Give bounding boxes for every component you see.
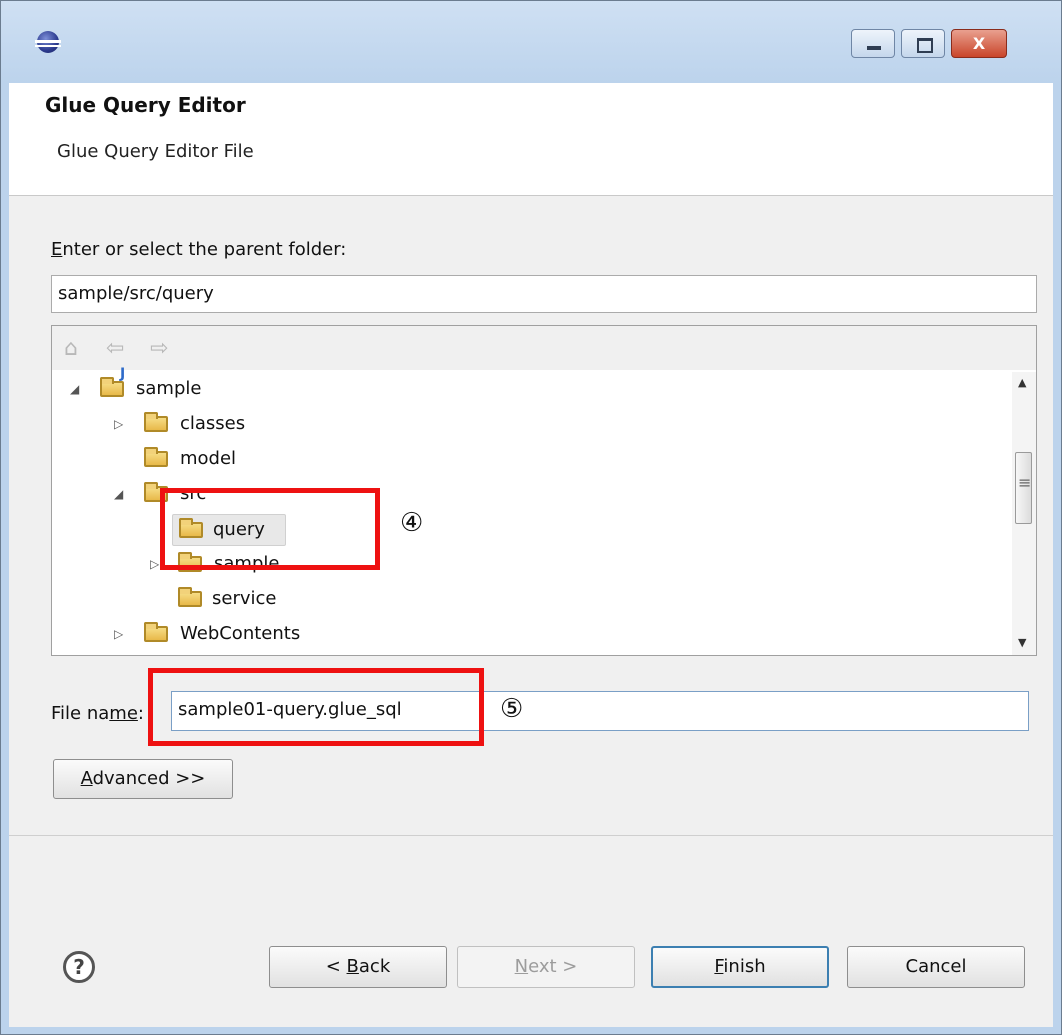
collapsed-triangle-icon[interactable]: ▷: [114, 619, 123, 649]
eclipse-icon: [35, 31, 61, 53]
project-folder-icon: [100, 377, 124, 397]
next-button[interactable]: Next >: [457, 946, 635, 988]
close-button[interactable]: X: [951, 29, 1007, 58]
parent-folder-label: Enter or select the parent folder:: [51, 239, 347, 260]
tree-scrollbar[interactable]: ▲ ▼: [1012, 372, 1036, 655]
tree-item-label: sample: [136, 378, 202, 399]
tree-toolbar: ⌂ ⇦ ⇨: [52, 326, 1036, 370]
expanded-triangle-icon[interactable]: ◢: [114, 479, 123, 509]
collapsed-triangle-icon[interactable]: ▷: [150, 549, 159, 579]
collapsed-triangle-icon[interactable]: ▷: [114, 409, 123, 439]
title-bar: X: [1, 1, 1061, 83]
wizard-title: Glue Query Editor: [45, 93, 246, 117]
minimize-button[interactable]: [851, 29, 895, 58]
tree-item-label: model: [180, 448, 237, 469]
annotation-box-5: [148, 668, 484, 746]
parent-folder-input[interactable]: sample/src/query: [51, 275, 1037, 313]
help-icon[interactable]: ?: [63, 951, 95, 983]
scroll-down-icon[interactable]: ▼: [1018, 636, 1026, 649]
forward-arrow-icon[interactable]: ⇨: [150, 336, 168, 361]
folder-icon: [144, 622, 168, 642]
scroll-up-icon[interactable]: ▲: [1018, 376, 1026, 389]
finish-button[interactable]: Finish: [651, 946, 829, 988]
back-arrow-icon[interactable]: ⇦: [106, 336, 124, 361]
annotation-number-5: ⑤: [500, 694, 524, 724]
scroll-thumb[interactable]: [1015, 452, 1032, 524]
wizard-header: Glue Query Editor Glue Query Editor File: [9, 83, 1053, 196]
back-button[interactable]: < Back: [269, 946, 447, 988]
maximize-button[interactable]: [901, 29, 945, 58]
folder-icon: [144, 447, 168, 467]
advanced-button[interactable]: Advanced >>: [53, 759, 233, 799]
folder-icon: [144, 412, 168, 432]
annotation-box-4: [160, 488, 380, 570]
wizard-description: Glue Query Editor File: [57, 141, 254, 162]
home-icon[interactable]: ⌂: [64, 336, 78, 361]
file-name-label: File name:: [51, 703, 144, 724]
expanded-triangle-icon[interactable]: ◢: [70, 374, 79, 404]
tree-item-label: WebContents: [180, 623, 301, 644]
footer-separator: [9, 835, 1053, 836]
tree-item-label: classes: [180, 413, 246, 434]
folder-icon: [178, 587, 202, 607]
cancel-button[interactable]: Cancel: [847, 946, 1025, 988]
annotation-number-4: ④: [400, 508, 424, 538]
project-marker-icon: J: [120, 366, 126, 382]
tree-item-label: service: [212, 588, 277, 609]
